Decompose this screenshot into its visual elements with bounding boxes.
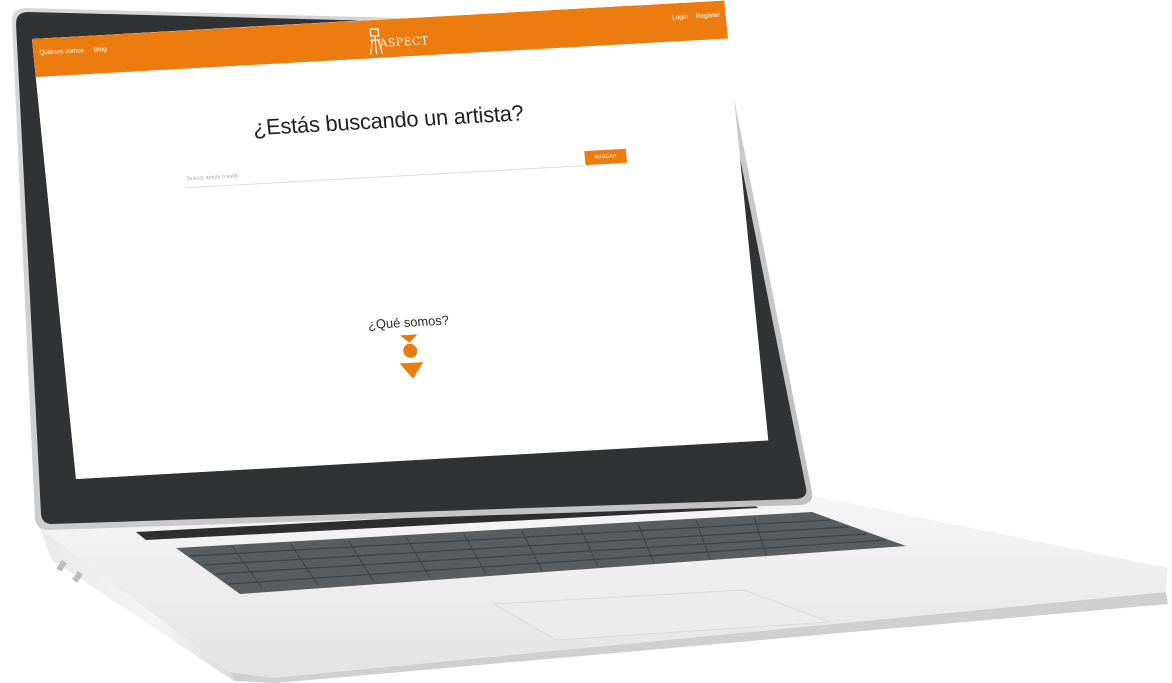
nav-left: Quiénes somos Blog [39, 46, 107, 57]
search-bar: BUSCAR [184, 147, 631, 190]
site-logo[interactable]: ASPECT [367, 21, 429, 56]
nav-link-quienes-somos[interactable]: Quiénes somos [39, 47, 84, 56]
laptop-mockup: Quiénes somos Blog ASPECT Login Register [0, 0, 1172, 683]
website-screen: Quiénes somos Blog ASPECT Login Register [32, 0, 769, 479]
nav-link-login[interactable]: Login [672, 14, 688, 22]
logo-wordmark: ASPECT [378, 34, 430, 50]
nav-link-register[interactable]: Register [696, 12, 721, 20]
search-button[interactable]: BUSCAR [584, 148, 628, 166]
nav-link-blog[interactable]: Blog [94, 46, 108, 54]
nav-right: Login Register [672, 12, 720, 22]
search-input[interactable] [184, 149, 586, 189]
chevron-down-icon[interactable] [394, 334, 428, 382]
hero-title: ¿Estás buscando un artista? [251, 100, 525, 141]
